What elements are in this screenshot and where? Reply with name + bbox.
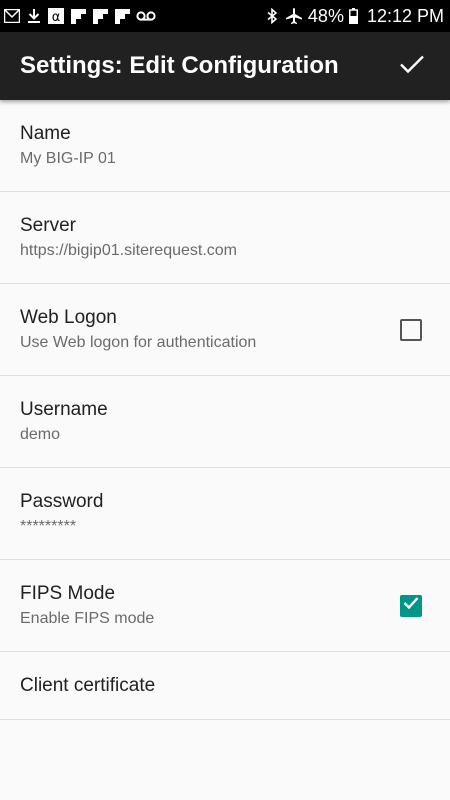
notification-icons: α (4, 8, 264, 24)
page-title: Settings: Edit Configuration (20, 52, 339, 79)
svg-text:α: α (52, 10, 61, 24)
pref-summary: demo (20, 425, 61, 443)
fips-mode-checkbox[interactable] (400, 594, 422, 617)
pref-client-certificate[interactable]: Client certificate (0, 652, 450, 720)
flipboard-icon (92, 8, 108, 24)
voicemail-icon (136, 8, 156, 24)
pref-fips-mode[interactable]: FIPS Mode Enable FIPS mode (0, 560, 450, 652)
pref-title: FIPS Mode (20, 582, 116, 604)
pref-title: Username (20, 398, 108, 420)
flipboard-icon (70, 8, 86, 24)
pref-text: Username demo (20, 398, 430, 446)
pref-title: Web Logon (20, 306, 117, 328)
pref-summary: My BIG-IP 01 (20, 149, 116, 167)
pref-title: Client certificate (20, 674, 156, 696)
pref-text: Client certificate (20, 674, 430, 698)
pref-text: Web Logon Use Web logon for authenticati… (20, 306, 400, 354)
check-icon (403, 596, 419, 615)
app-bar: Settings: Edit Configuration (0, 32, 450, 100)
pref-web-logon[interactable]: Web Logon Use Web logon for authenticati… (0, 284, 450, 376)
airplane-mode-icon (285, 8, 303, 24)
pref-text: FIPS Mode Enable FIPS mode (20, 582, 400, 630)
download-icon (26, 8, 42, 24)
pref-server[interactable]: Server https://bigip01.siterequest.com (0, 192, 450, 284)
status-bar: α 48% 12:12 PM (0, 0, 450, 32)
pref-password[interactable]: Password ********* (0, 468, 450, 560)
alpha-app-icon: α (48, 8, 64, 24)
pref-title: Server (20, 214, 76, 236)
check-icon (399, 54, 425, 79)
clock: 12:12 PM (366, 5, 444, 26)
save-button[interactable] (396, 50, 428, 82)
pref-title: Password (20, 490, 104, 512)
mail-icon (4, 8, 20, 24)
pref-text: Password ********* (20, 490, 430, 538)
pref-title: Name (20, 122, 71, 144)
system-status: 48% 12:12 PM (264, 6, 444, 27)
preferences-list: Name My BIG-IP 01 Server https://bigip01… (0, 100, 450, 720)
pref-username[interactable]: Username demo (0, 376, 450, 468)
pref-summary: Use Web logon for authentication (20, 333, 257, 351)
pref-text: Name My BIG-IP 01 (20, 122, 430, 170)
pref-summary: https://bigip01.siterequest.com (20, 241, 238, 259)
battery-percentage: 48% (307, 5, 344, 26)
battery-icon (348, 8, 358, 24)
web-logon-checkbox[interactable] (400, 318, 422, 341)
pref-text: Server https://bigip01.siterequest.com (20, 214, 430, 262)
pref-summary: Enable FIPS mode (20, 609, 155, 627)
bluetooth-icon (264, 8, 280, 24)
flipboard-icon (114, 8, 130, 24)
pref-summary: ********* (20, 517, 77, 535)
pref-name[interactable]: Name My BIG-IP 01 (0, 100, 450, 192)
